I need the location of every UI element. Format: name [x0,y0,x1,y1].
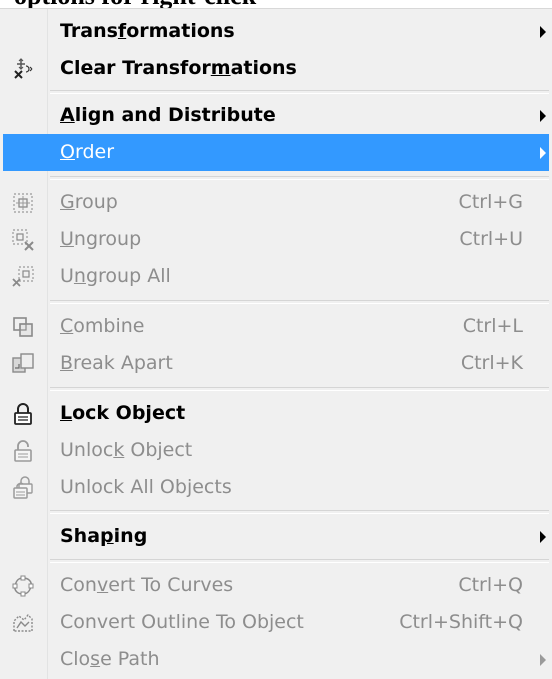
submenu-arrow-icon [540,147,546,159]
menu-item-label: Clear Transformations [60,57,297,79]
menu-item-label: Order [60,141,115,163]
menu-item-transformations[interactable]: Transformations [3,13,549,50]
menu-separator [50,510,549,514]
menu-item-convert-outline-to-object[interactable]: Convert Outline To Object Ctrl+Shift+Q [3,604,549,641]
menu-item-label: Unlock All Objects [60,476,232,498]
submenu-arrow-icon [540,654,546,666]
ungroup-icon [11,228,35,252]
submenu-arrow-icon [540,531,546,543]
menu-item-unlock-all-objects[interactable]: Unlock All Objects [3,469,549,506]
break-apart-icon [11,352,35,376]
menu-item-label: Transformations [60,20,235,42]
menu-item-order[interactable]: Order [3,134,549,171]
menu-item-label: Convert Outline To Object [60,611,304,633]
menu-item-close-path[interactable]: Close Path [3,641,549,678]
menu-item-label: Lock Object [60,402,186,424]
menu-item-unlock-object[interactable]: Unlock Object [3,432,549,469]
context-menu: Transformations Clear Transformations Al… [0,8,552,679]
menu-item-shortcut: Ctrl+L [462,315,523,337]
menu-item-clear-transformations[interactable]: Clear Transformations [3,50,549,87]
menu-item-label: Shaping [60,525,148,547]
convert-outline-icon [11,611,35,635]
lock-icon [11,402,35,426]
menu-item-align-and-distribute[interactable]: Align and Distribute [3,97,549,134]
convert-to-curves-icon [11,574,35,598]
menu-separator [50,300,549,304]
ungroup-all-icon [11,265,35,289]
group-icon [11,191,35,215]
menu-item-label: Ungroup All [60,265,171,287]
menu-item-ungroup[interactable]: Ungroup Ctrl+U [3,221,549,258]
menu-item-group[interactable]: Group Ctrl+G [3,184,549,221]
submenu-arrow-icon [540,110,546,122]
menu-separator [50,387,549,391]
unlock-all-icon [11,476,35,500]
menu-item-ungroup-all[interactable]: Ungroup All [3,258,549,295]
menu-item-shortcut: Ctrl+Shift+Q [399,611,523,633]
clear-transformations-icon [11,57,35,81]
menu-item-label: Convert To Curves [60,574,234,596]
menu-item-combine[interactable]: Combine Ctrl+L [3,308,549,345]
unlock-icon [11,439,35,463]
menu-item-shaping[interactable]: Shaping [3,518,549,555]
menu-item-label: Break Apart [60,352,173,374]
menu-item-label: Combine [60,315,145,337]
menu-item-convert-to-curves[interactable]: Convert To Curves Ctrl+Q [3,567,549,604]
submenu-arrow-icon [540,26,546,38]
menu-item-shortcut: Ctrl+K [460,352,523,374]
menu-item-shortcut: Ctrl+U [459,228,523,250]
menu-separator [50,90,549,94]
menu-separator [50,559,549,563]
menu-item-label: Ungroup [60,228,142,250]
menu-item-label: Unlock Object [60,439,193,461]
combine-icon [11,315,35,339]
menu-separator [50,176,549,180]
menu-item-break-apart[interactable]: Break Apart Ctrl+K [3,345,549,382]
menu-item-label: Align and Distribute [60,104,276,126]
menu-item-shortcut: Ctrl+Q [458,574,523,596]
menu-item-lock-object[interactable]: Lock Object [3,395,549,432]
menu-item-label: Group [60,191,118,213]
menu-item-shortcut: Ctrl+G [458,191,523,213]
menu-item-label: Close Path [60,648,160,670]
